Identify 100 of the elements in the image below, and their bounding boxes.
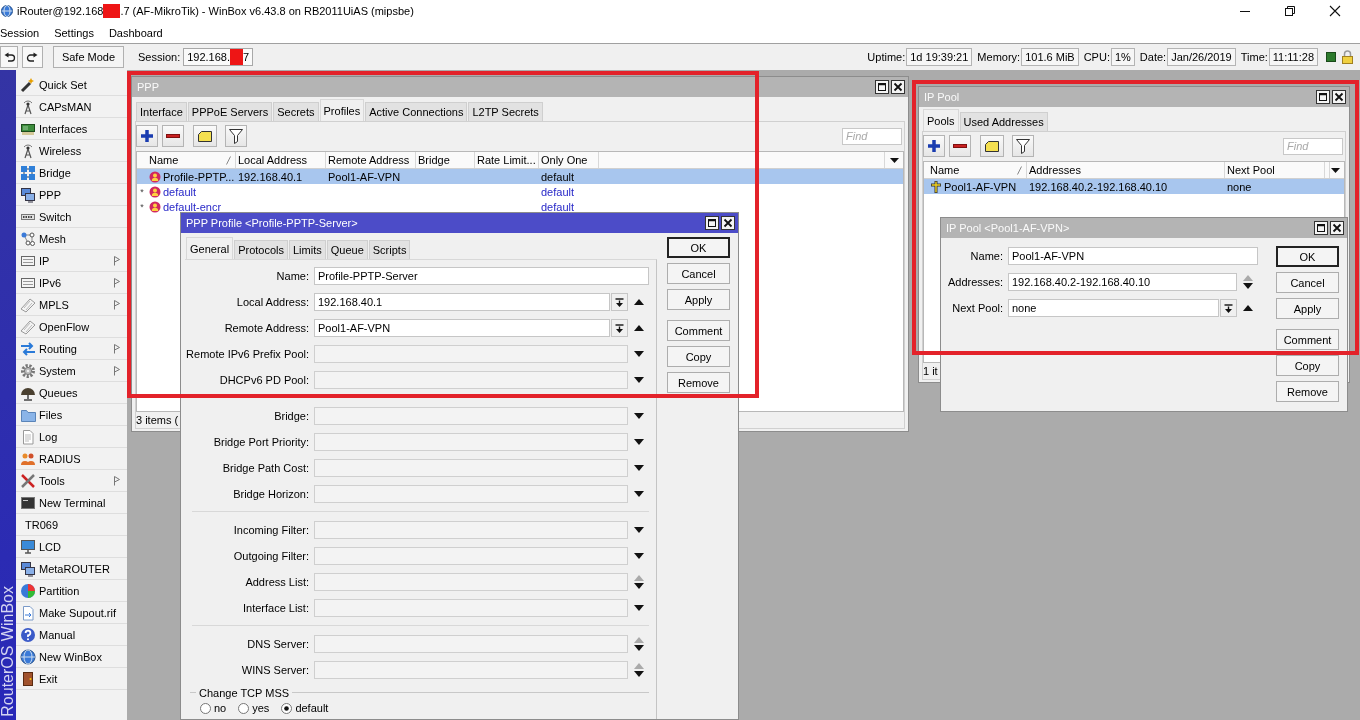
input-field[interactable] (314, 599, 628, 617)
sidebar-item[interactable]: IPv6 (16, 272, 127, 294)
expand-arrow-icon[interactable] (634, 439, 644, 445)
up-down-arrows-icon[interactable] (634, 663, 644, 677)
add-button[interactable] (923, 135, 945, 157)
input-field[interactable] (314, 547, 628, 565)
dialog-button[interactable]: Cancel (1276, 272, 1339, 293)
input-field[interactable] (314, 635, 628, 653)
tab[interactable]: Scripts (368, 240, 411, 259)
dialog-button[interactable]: Comment (667, 320, 730, 341)
session-field[interactable]: 192.168. 7 (183, 48, 254, 66)
sidebar-item[interactable]: Wireless (16, 140, 127, 162)
close-icon[interactable] (1330, 6, 1340, 16)
tab[interactable]: Limits (289, 240, 326, 259)
sidebar-item[interactable]: Files (16, 404, 127, 426)
sidebar-item[interactable]: IP (16, 250, 127, 272)
sidebar-item[interactable]: Log (16, 426, 127, 448)
radio-option[interactable]: no (200, 702, 227, 714)
tab[interactable]: Interface (136, 102, 187, 121)
undo-button[interactable] (0, 46, 18, 68)
table-row[interactable]: * default default (137, 184, 903, 199)
sidebar-item[interactable]: OpenFlow (16, 316, 127, 338)
tab[interactable]: Protocols (234, 240, 288, 259)
sidebar-item[interactable]: Exit (16, 668, 127, 690)
tab[interactable]: PPPoE Servers (187, 102, 273, 121)
sidebar-item[interactable]: Bridge (16, 162, 127, 184)
comment-button[interactable] (193, 125, 217, 147)
column-header[interactable]: Addresses (1027, 162, 1225, 178)
expand-arrow-icon[interactable] (634, 465, 644, 471)
input-field[interactable]: Profile-PPTP-Server (314, 267, 649, 285)
input-field[interactable]: 192.168.40.1 (314, 293, 610, 311)
sidebar-item[interactable]: MetaROUTER (16, 558, 127, 580)
input-field[interactable] (314, 407, 628, 425)
restore-icon[interactable] (1285, 6, 1295, 16)
dialog-button[interactable]: Remove (667, 372, 730, 393)
close-icon[interactable] (1330, 221, 1344, 235)
tab[interactable]: Active Connections (365, 102, 468, 121)
dropdown-button[interactable] (611, 319, 628, 337)
input-field[interactable] (314, 433, 628, 451)
input-field[interactable] (314, 459, 628, 477)
up-arrow-icon[interactable] (634, 325, 644, 331)
maximize-icon[interactable] (875, 80, 889, 94)
remove-button[interactable] (949, 135, 971, 157)
tab[interactable]: Queue (326, 240, 368, 259)
dialog-button[interactable]: OK (1276, 246, 1339, 267)
maximize-icon[interactable] (1316, 90, 1330, 104)
sidebar-item[interactable]: Make Supout.rif (16, 602, 127, 624)
safe-mode-button[interactable]: Safe Mode (53, 46, 124, 68)
sidebar-item[interactable]: Mesh (16, 228, 127, 250)
menu-item[interactable]: Dashboard (108, 26, 163, 39)
tab[interactable]: Secrets (273, 102, 319, 121)
dialog-button[interactable]: Copy (667, 346, 730, 367)
input-field[interactable] (314, 345, 628, 363)
column-header[interactable]: Name (928, 162, 1027, 178)
radio-option[interactable]: default (281, 702, 329, 714)
filter-button[interactable] (1012, 135, 1034, 157)
find-field[interactable]: Find (1283, 137, 1343, 155)
tab[interactable]: General (186, 237, 234, 259)
sidebar-item[interactable]: System (16, 360, 127, 382)
input-field[interactable] (314, 485, 628, 503)
dialog-button[interactable]: Cancel (667, 263, 730, 284)
sidebar-item[interactable]: Queues (16, 382, 127, 404)
add-button[interactable] (136, 125, 158, 147)
sidebar-item[interactable]: MPLS (16, 294, 127, 316)
expand-arrow-icon[interactable] (634, 553, 644, 559)
dialog-button[interactable]: Comment (1276, 329, 1339, 350)
redo-button[interactable] (22, 46, 43, 68)
input-field[interactable]: none (1008, 299, 1219, 317)
column-header[interactable]: Next Pool (1225, 162, 1325, 178)
maximize-icon[interactable] (1314, 221, 1328, 235)
sidebar-item[interactable]: LCD (16, 536, 127, 558)
up-arrow-icon[interactable] (1243, 305, 1253, 311)
column-header[interactable]: Remote Address (326, 152, 416, 168)
tab[interactable]: Profiles (319, 99, 365, 121)
dialog-button[interactable]: Apply (667, 289, 730, 310)
column-header[interactable]: Only One (539, 152, 599, 168)
sidebar-item[interactable]: Quick Set (16, 74, 127, 96)
input-field[interactable]: Pool1-AF-VPN (1008, 247, 1258, 265)
input-field[interactable]: 192.168.40.2-192.168.40.10 (1008, 273, 1237, 291)
up-down-arrows-icon[interactable] (1243, 275, 1253, 289)
dropdown-button[interactable] (1220, 299, 1237, 317)
sidebar-item[interactable]: Manual (16, 624, 127, 646)
sidebar-item[interactable]: Interfaces (16, 118, 127, 140)
expand-arrow-icon[interactable] (634, 413, 644, 419)
tab[interactable]: Used Addresses (959, 112, 1048, 131)
filter-button[interactable] (225, 125, 247, 147)
dialog-button[interactable]: Copy (1276, 355, 1339, 376)
remove-button[interactable] (162, 125, 184, 147)
maximize-icon[interactable] (705, 216, 719, 230)
input-field[interactable]: Pool1-AF-VPN (314, 319, 610, 337)
sidebar-item[interactable]: CAPsMAN (16, 96, 127, 118)
input-field[interactable] (314, 573, 628, 591)
table-row[interactable]: Pool1-AF-VPN 192.168.40.2-192.168.40.10 none (924, 179, 1344, 194)
sidebar-item[interactable]: New WinBox (16, 646, 127, 668)
tab[interactable]: L2TP Secrets (468, 102, 543, 121)
input-field[interactable] (314, 661, 628, 679)
dialog-button[interactable]: Remove (1276, 381, 1339, 402)
column-header[interactable]: Local Address (236, 152, 326, 168)
expand-arrow-icon[interactable] (634, 377, 644, 383)
column-header[interactable]: Bridge (416, 152, 475, 168)
